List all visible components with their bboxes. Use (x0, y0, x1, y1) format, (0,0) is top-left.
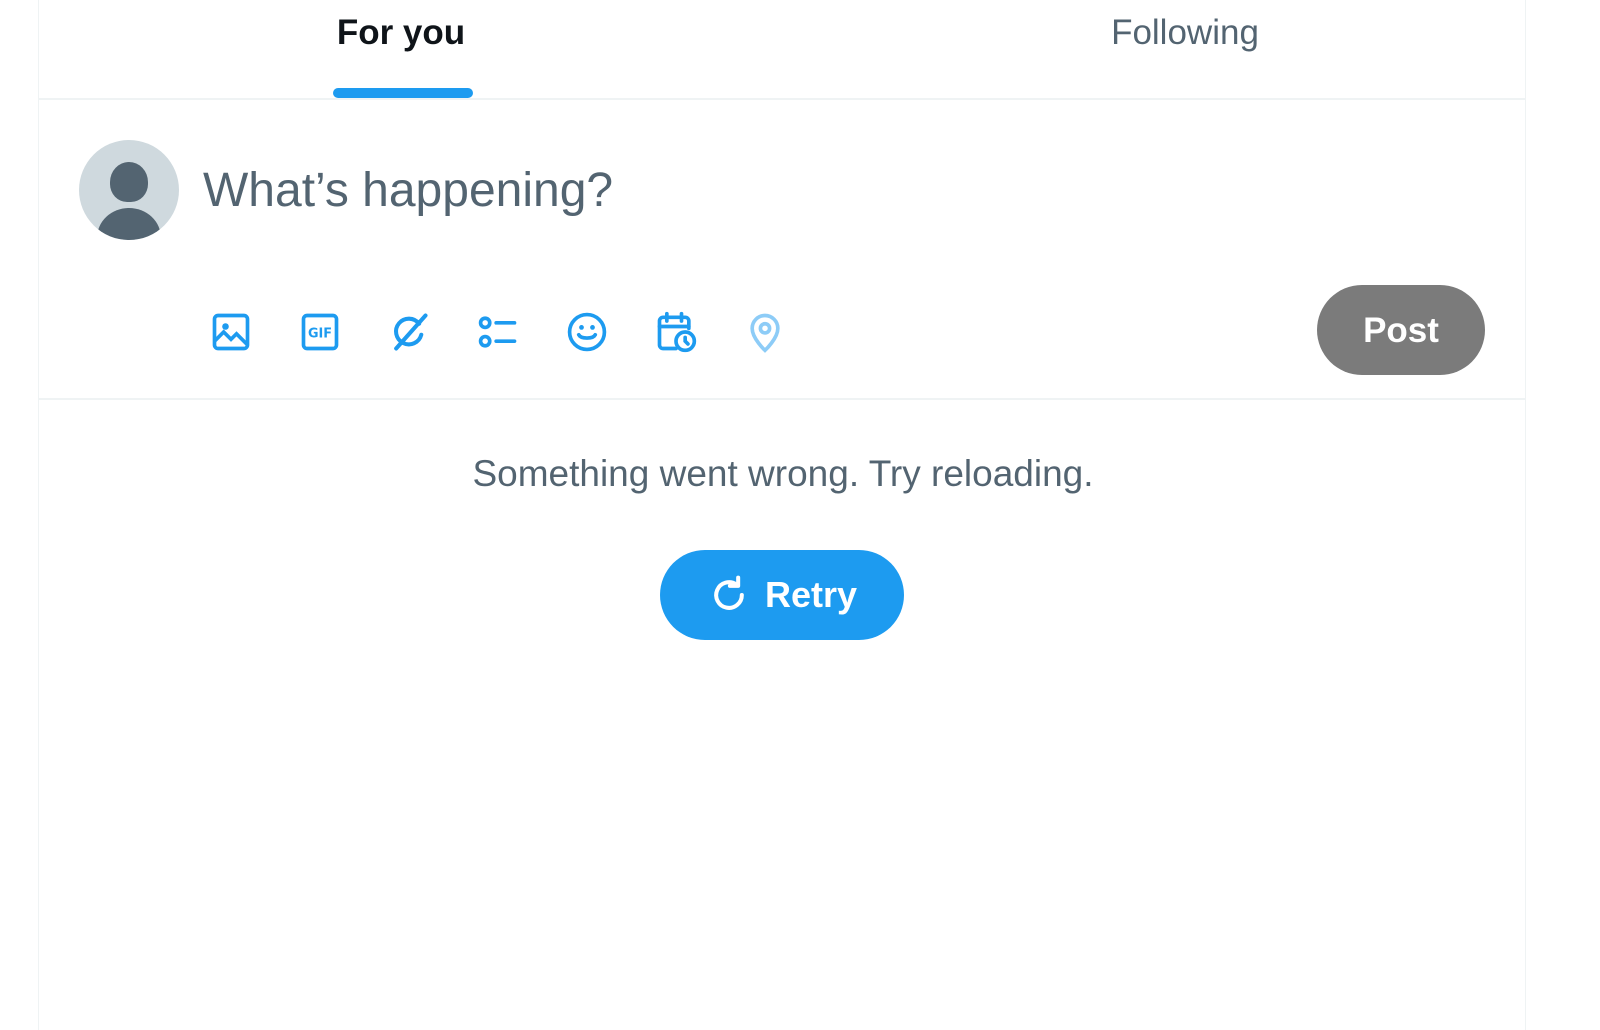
emoji-icon[interactable] (559, 304, 615, 360)
svg-text:GIF: GIF (308, 327, 332, 342)
tab-following-label: Following (1111, 13, 1259, 52)
avatar-body-shape (97, 208, 161, 240)
active-tab-indicator (333, 88, 473, 98)
grok-icon[interactable] (381, 304, 437, 360)
compose-input[interactable] (203, 158, 1403, 222)
retry-label: Retry (764, 574, 858, 615)
location-icon[interactable] (737, 304, 793, 360)
composer-toolbar: GIF (203, 304, 826, 360)
post-button[interactable]: Post (1317, 285, 1485, 375)
timeline-tabs: For you Following (39, 0, 1525, 100)
retry-button[interactable]: Retry (660, 550, 904, 640)
tab-for-you[interactable]: For you (39, 0, 783, 98)
post-composer: GIF (39, 100, 1525, 400)
schedule-icon[interactable] (648, 304, 704, 360)
image-icon[interactable] (203, 304, 259, 360)
gif-icon[interactable]: GIF (292, 304, 348, 360)
timeline-column: For you Following GIF (38, 0, 1526, 1030)
tab-for-you-label: For you (336, 13, 466, 52)
tab-following[interactable]: Following (783, 0, 1527, 98)
avatar-head-shape (110, 162, 148, 202)
refresh-icon (707, 573, 751, 617)
poll-icon[interactable] (470, 304, 526, 360)
avatar[interactable] (79, 140, 179, 240)
error-message: Something went wrong. Try reloading. (472, 453, 1094, 494)
